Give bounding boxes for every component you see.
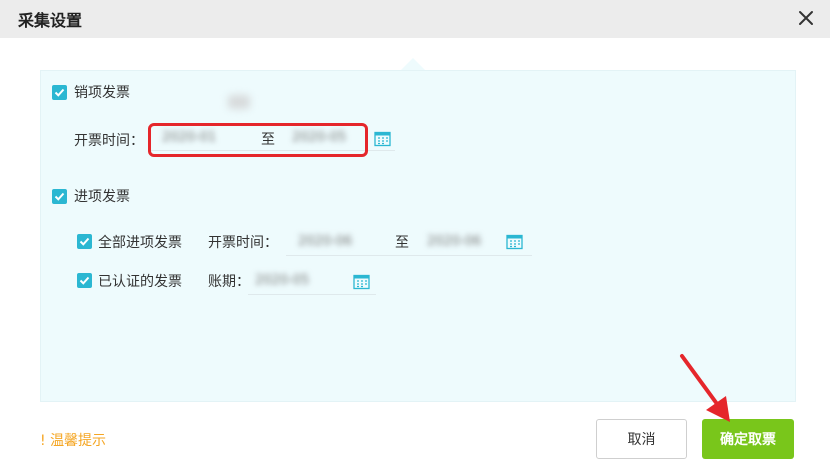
pointer-arrow-icon: [680, 354, 730, 422]
sales-invoice-checkbox[interactable]: [52, 85, 67, 100]
sales-invoice-label: 销项发票: [74, 85, 130, 101]
calendar-icon[interactable]: [506, 233, 523, 250]
all-purchase-invoice-label: 全部进项发票: [98, 235, 182, 251]
close-icon[interactable]: [796, 8, 816, 28]
all-purchase-date-label: 开票时间：: [208, 235, 278, 251]
certified-invoice-checkbox[interactable]: [77, 273, 92, 288]
calendar-icon[interactable]: [353, 273, 370, 290]
all-purchase-invoice-checkbox[interactable]: [77, 234, 92, 249]
info-icon: !: [40, 433, 51, 449]
dialog-title: 采集设置: [18, 11, 83, 30]
highlight-box: [148, 123, 368, 157]
all-purchase-range-separator: 至: [395, 235, 409, 251]
warm-tip-link[interactable]: ! 温馨提示: [40, 430, 106, 450]
calendar-icon[interactable]: [374, 130, 391, 147]
all-purchase-start-date[interactable]: 2020-06: [298, 234, 352, 249]
purchase-invoice-checkbox[interactable]: [52, 189, 67, 204]
certified-period-label: 账期：: [208, 274, 250, 290]
all-purchase-end-date[interactable]: 2020-06: [427, 234, 481, 249]
certified-invoice-label: 已认证的发票: [98, 274, 182, 290]
redaction-smudge: [228, 95, 250, 109]
certified-period-value[interactable]: 2020-05: [255, 273, 309, 288]
dialog-titlebar: 采集设置: [0, 0, 830, 38]
purchase-invoice-label: 进项发票: [74, 189, 130, 205]
warm-tip-text: 温馨提示: [50, 433, 107, 449]
sales-date-label: 开票时间：: [74, 133, 144, 149]
